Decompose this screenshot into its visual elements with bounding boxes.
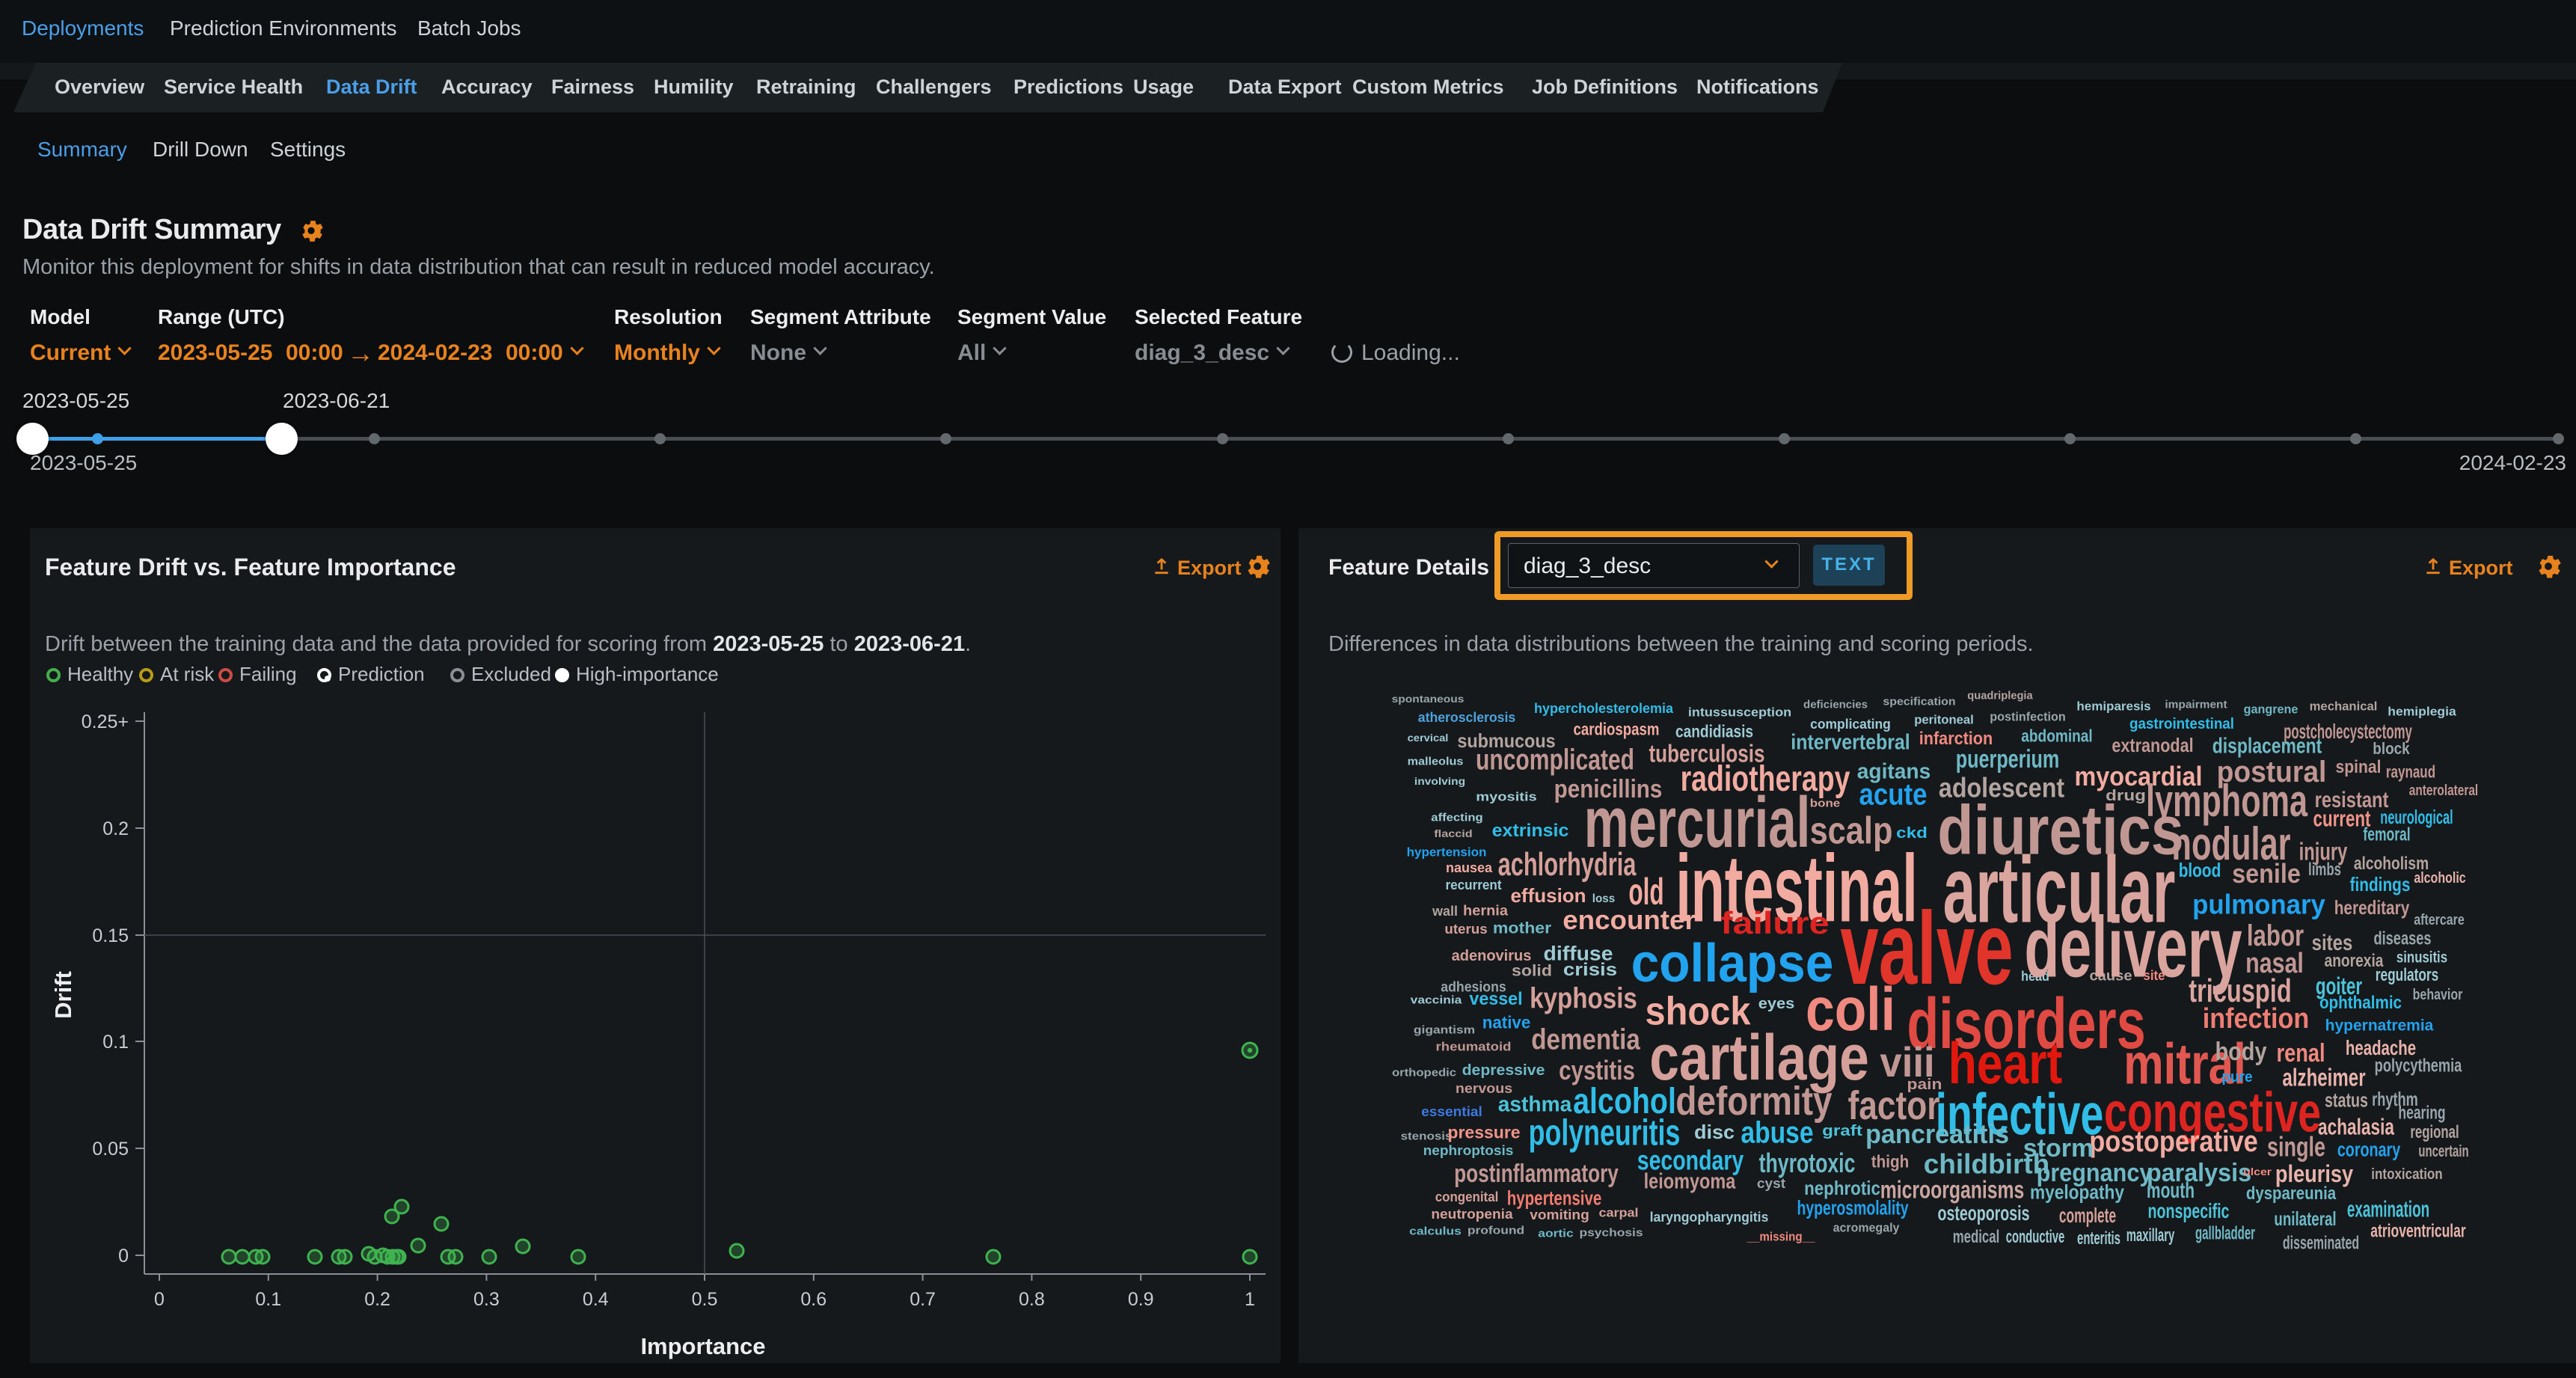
svg-text:0.4: 0.4: [583, 1289, 609, 1310]
svg-text:0.8: 0.8: [1019, 1289, 1045, 1310]
svg-text:0.5: 0.5: [692, 1289, 718, 1310]
svg-text:0.6: 0.6: [800, 1289, 827, 1310]
svg-text:0.7: 0.7: [910, 1289, 936, 1310]
svg-text:0.2: 0.2: [364, 1289, 390, 1310]
svg-text:0.2: 0.2: [102, 818, 129, 839]
svg-text:0.1: 0.1: [102, 1032, 129, 1053]
svg-text:0.25+: 0.25+: [82, 711, 129, 732]
svg-text:0: 0: [118, 1246, 129, 1267]
svg-text:0.9: 0.9: [1128, 1289, 1154, 1310]
svg-text:0.05: 0.05: [92, 1139, 129, 1160]
svg-text:Importance: Importance: [640, 1333, 765, 1359]
svg-text:0: 0: [154, 1289, 165, 1310]
svg-text:0.3: 0.3: [473, 1289, 500, 1310]
svg-text:Drift: Drift: [50, 971, 76, 1019]
svg-text:1: 1: [1245, 1289, 1255, 1310]
svg-text:0.1: 0.1: [255, 1289, 281, 1310]
svg-text:0.15: 0.15: [92, 925, 129, 946]
